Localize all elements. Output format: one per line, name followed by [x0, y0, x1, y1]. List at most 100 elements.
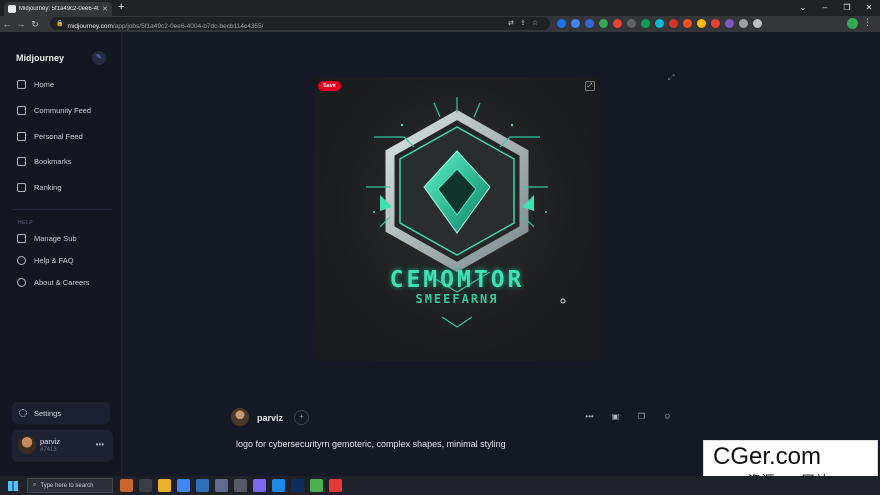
sidebar-item-community-feed[interactable]: Community Feed: [17, 106, 91, 115]
app-icon[interactable]: [329, 479, 342, 492]
window-controls: ⌄ – ❐ ✕: [792, 0, 880, 16]
extension-icon[interactable]: [655, 19, 664, 28]
minimize-button[interactable]: –: [814, 0, 836, 16]
back-button[interactable]: ←: [0, 19, 14, 29]
extension-icon[interactable]: [585, 19, 594, 28]
forward-button[interactable]: →: [14, 19, 28, 29]
sidebar-item-label: Community Feed: [34, 106, 92, 115]
job-detail-panel: ⤢ Save ⤢ CEMOMTOR SMEEFARNЯ parviz + •••…: [122, 32, 880, 476]
sidebar-item-ranking[interactable]: Ranking: [17, 183, 62, 192]
pinterest-save-button[interactable]: Save: [318, 81, 341, 91]
address-bar[interactable]: 🔒 midjourney.com/app/jobs/5f1a49c2-0ee6-…: [50, 17, 550, 30]
share-icon[interactable]: ⇪: [520, 19, 526, 27]
side-panel-icon[interactable]: [753, 19, 762, 28]
gear-icon: [19, 409, 27, 417]
tab-search-icon[interactable]: ⌄: [792, 0, 814, 16]
widgets-icon[interactable]: [120, 479, 133, 492]
url-path: /app/jobs/5f1a49c2-0ee6-4004-b7dc-becb11…: [112, 22, 264, 30]
sidebar-item-label: Ranking: [34, 183, 62, 192]
chrome-icon[interactable]: [177, 479, 190, 492]
maximize-button[interactable]: ❐: [836, 0, 858, 16]
app-icon[interactable]: [253, 479, 266, 492]
extension-icon[interactable]: [669, 19, 678, 28]
file-explorer-icon[interactable]: [158, 479, 171, 492]
browser-toolbar: ← → ↻ 🔒 midjourney.com/app/jobs/5f1a49c2…: [0, 16, 880, 32]
bookmark-star-icon[interactable]: ☆: [532, 19, 538, 27]
edit-icon: [17, 234, 26, 243]
image-logo-text-secondary: SMEEFARNЯ: [415, 292, 499, 306]
extension-icon[interactable]: [571, 19, 580, 28]
extension-icon[interactable]: [613, 19, 622, 28]
sidebar-item-about-careers[interactable]: About & Careers: [17, 278, 89, 287]
sidebar-item-label: Home: [34, 80, 55, 89]
sidebar-item-label: Help & FAQ: [34, 256, 74, 265]
save-image-icon[interactable]: ▣: [611, 412, 620, 421]
extension-icon[interactable]: [599, 19, 608, 28]
extensions-bar: [557, 19, 762, 28]
job-actions: ••• ▣ ❒ ☺: [585, 412, 672, 421]
expand-image-icon[interactable]: ⤢: [585, 81, 595, 91]
address-bar-actions: ⇄ ⇪ ☆: [508, 19, 538, 27]
avatar: [18, 436, 36, 454]
sidebar-item-home[interactable]: Home: [17, 80, 54, 89]
browser-menu-icon[interactable]: ⋮: [863, 17, 872, 28]
brand-title[interactable]: Midjourney: [16, 53, 64, 63]
translate-icon[interactable]: ⇄: [508, 19, 514, 27]
author-name[interactable]: parviz: [257, 413, 283, 423]
job-prompt: logo for cybersecurityrn gemoteric, comp…: [236, 439, 506, 449]
midjourney-favicon-icon: [8, 5, 16, 13]
task-view-icon[interactable]: [139, 479, 152, 492]
emoji-react-icon[interactable]: ☺: [663, 412, 672, 421]
app-icon[interactable]: [234, 479, 247, 492]
sidebar: Midjourney ✎ Home Community Feed Persona…: [0, 32, 122, 476]
bookmark-icon: [17, 157, 26, 166]
user-card[interactable]: parviz #7413 •••: [12, 430, 113, 462]
extension-icon[interactable]: [557, 19, 566, 28]
sidebar-item-manage-sub[interactable]: Manage Sub: [17, 234, 77, 243]
home-icon: [17, 80, 26, 89]
thumbs-up-icon: [17, 183, 26, 192]
author-avatar[interactable]: [231, 408, 249, 426]
extension-icon[interactable]: [711, 19, 720, 28]
app-icon[interactable]: [272, 479, 285, 492]
extension-icon[interactable]: [697, 19, 706, 28]
compose-icon[interactable]: ✎: [92, 51, 106, 65]
windows-start-icon[interactable]: [8, 481, 18, 491]
extension-icon[interactable]: [725, 19, 734, 28]
extension-icon[interactable]: [683, 19, 692, 28]
tab-title: Midjourney: 5f1a49c2-0ee6-400: [19, 6, 100, 12]
bookmark-icon[interactable]: ❒: [637, 412, 646, 421]
sidebar-item-label: Personal Feed: [34, 132, 83, 141]
sidebar-item-help-faq[interactable]: Help & FAQ: [17, 256, 74, 265]
lock-icon[interactable]: 🔒: [56, 20, 63, 27]
generated-image[interactable]: Save ⤢ CEMOMTOR SMEEFARNЯ: [314, 77, 600, 361]
new-tab-button[interactable]: +: [118, 1, 124, 13]
user-name: parviz: [40, 437, 61, 446]
close-tab-icon[interactable]: ✕: [102, 5, 108, 13]
watermark-line1: CGer.com: [713, 443, 822, 470]
cyber-logo-artwork: [366, 97, 566, 328]
sidebar-item-bookmarks[interactable]: Bookmarks: [17, 157, 72, 166]
app-icon[interactable]: [215, 479, 228, 492]
extension-icon[interactable]: [627, 19, 636, 28]
photoshop-icon[interactable]: [291, 479, 304, 492]
taskbar-search-placeholder: Type here to search: [40, 482, 94, 489]
taskbar-search-input[interactable]: ⌕ Type here to search: [27, 478, 113, 493]
url-host: midjourney.com: [67, 22, 113, 30]
users-icon: [17, 106, 26, 115]
settings-button[interactable]: Settings: [12, 402, 110, 424]
sidebar-item-label: About & Careers: [34, 278, 90, 287]
close-window-button[interactable]: ✕: [858, 0, 880, 16]
app-icon[interactable]: [310, 479, 323, 492]
sidebar-item-personal-feed[interactable]: Personal Feed: [17, 132, 83, 141]
more-options-icon[interactable]: •••: [585, 412, 594, 421]
reload-button[interactable]: ↻: [28, 19, 42, 30]
extensions-puzzle-icon[interactable]: [739, 19, 748, 28]
search-icon: ⌕: [33, 482, 37, 488]
follow-user-button[interactable]: +: [294, 410, 309, 425]
app-icon[interactable]: [196, 479, 209, 492]
more-options-icon[interactable]: •••: [96, 440, 104, 449]
profile-avatar[interactable]: [847, 18, 858, 29]
extension-icon[interactable]: [641, 19, 650, 28]
fullscreen-icon[interactable]: ⤢: [668, 73, 674, 83]
